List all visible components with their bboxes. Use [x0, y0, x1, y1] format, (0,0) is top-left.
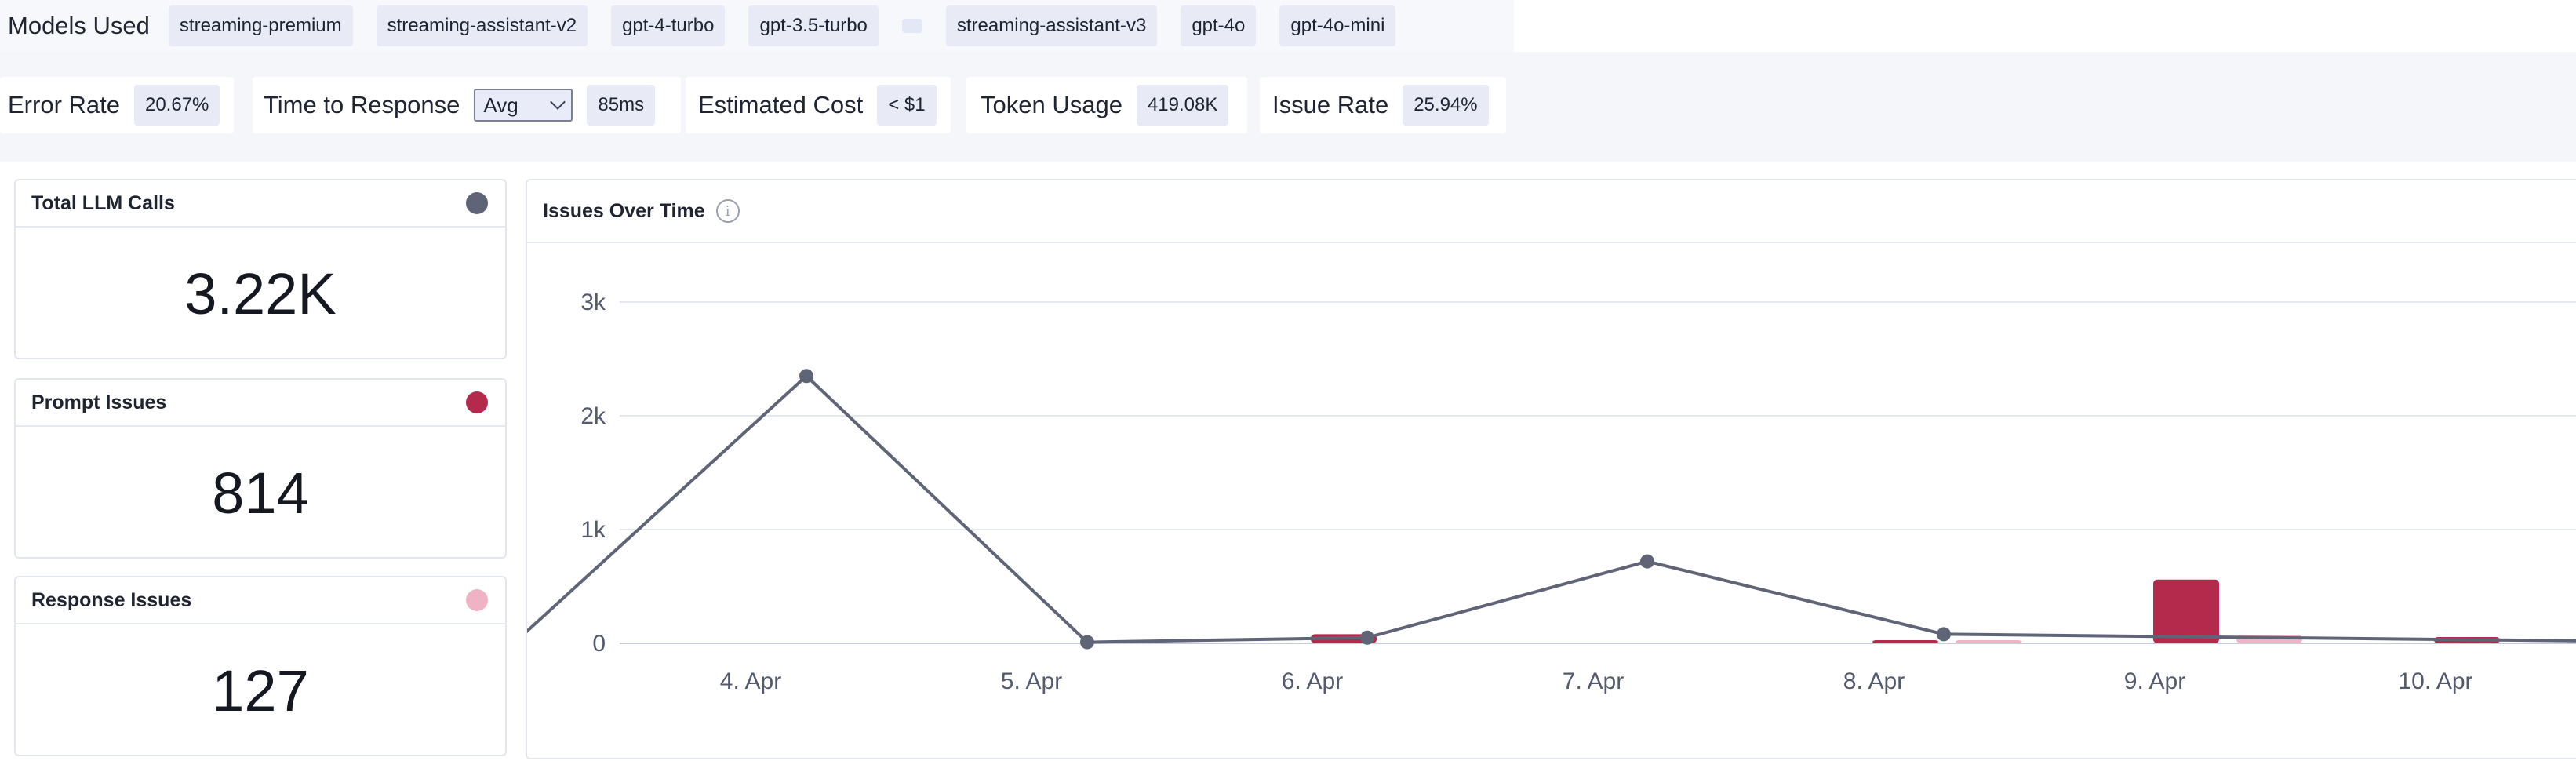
aggregation-select-value: Avg: [483, 93, 518, 117]
time-to-response-value: 85ms: [587, 85, 656, 126]
x-tick-label: 5. Apr: [1001, 668, 1062, 694]
estimated-cost-value: < $1: [877, 85, 937, 126]
token-usage-value: 419.08K: [1136, 85, 1229, 126]
x-tick-label: 10. Apr: [2398, 668, 2472, 694]
line-point: [1640, 554, 1654, 569]
chevron-down-icon: [550, 94, 566, 110]
card-value: 814: [212, 460, 309, 526]
error-rate-value: 20.67%: [133, 85, 220, 126]
card-header: Response Issues: [16, 577, 505, 624]
line-point: [1937, 627, 1951, 642]
token-usage-metric: Token Usage 419.08K: [966, 77, 1247, 133]
card-title: Response Issues: [31, 588, 192, 611]
issues-over-time-panel: Issues Over Time i 0 1k 2k 3k 4. Apr 5. Apr 6.…: [526, 179, 2576, 759]
model-chip-empty[interactable]: [901, 19, 922, 33]
model-chip[interactable]: streaming-assistant-v3: [945, 5, 1158, 46]
y-tick-label: 1k: [580, 517, 606, 543]
status-dot-icon: [466, 391, 488, 413]
line-point: [799, 369, 813, 384]
x-tick-label: 7. Apr: [1563, 668, 1624, 694]
card-title: Total LLM Calls: [31, 191, 175, 214]
status-dot-icon: [466, 589, 488, 611]
y-tick-label: 2k: [580, 403, 606, 429]
issue-rate-metric: Issue Rate 25.94%: [1260, 77, 1506, 133]
x-tick-label: 4. Apr: [720, 668, 781, 694]
bar: [1872, 640, 1938, 643]
token-usage-label: Token Usage: [981, 91, 1122, 118]
prompt-issues-card: Prompt Issues 814: [14, 378, 507, 559]
status-dot-icon: [466, 192, 488, 214]
error-rate-label: Error Rate: [8, 91, 120, 118]
error-rate-metric: Error Rate 20.67%: [0, 77, 234, 133]
model-chip[interactable]: gpt-4-turbo: [611, 5, 726, 46]
estimated-cost-metric: Estimated Cost < $1: [686, 77, 951, 133]
estimated-cost-label: Estimated Cost: [698, 91, 864, 118]
metrics-bar: Error Rate 20.67% Time to Response Avg 8…: [0, 52, 2576, 162]
model-chip[interactable]: gpt-3.5-turbo: [748, 5, 879, 46]
bar: [1956, 640, 2021, 643]
card-value: 3.22K: [184, 260, 337, 326]
model-chip[interactable]: streaming-assistant-v2: [376, 5, 588, 46]
issue-rate-label: Issue Rate: [1272, 91, 1389, 118]
model-chip[interactable]: gpt-4o: [1181, 5, 1257, 46]
y-tick-label: 0: [592, 631, 606, 657]
time-to-response-metric: Time to Response Avg 85ms: [253, 77, 681, 133]
models-used-label: Models Used: [8, 12, 150, 39]
time-to-response-label: Time to Response: [264, 91, 460, 118]
response-issues-card: Response Issues 127: [14, 576, 507, 756]
card-title: Prompt Issues: [31, 391, 167, 413]
x-tick-label: 9. Apr: [2124, 668, 2185, 694]
card-header: Total LLM Calls: [16, 180, 505, 228]
x-tick-label: 6. Apr: [1282, 668, 1343, 694]
card-header: Prompt Issues: [16, 380, 505, 427]
card-value: 127: [212, 657, 309, 723]
line-point: [1080, 635, 1094, 650]
issue-rate-value: 25.94%: [1403, 85, 1489, 126]
models-used-bar: Models Used streaming-premium streaming-…: [0, 0, 1514, 52]
x-tick-label: 8. Apr: [1843, 668, 1905, 694]
issues-chart: 0 1k 2k 3k 4. Apr 5. Apr 6. Apr 7. Apr 8. Apr 9. …: [527, 289, 2576, 694]
model-chip[interactable]: streaming-premium: [168, 5, 353, 46]
model-chip[interactable]: gpt-4o-mini: [1279, 5, 1396, 46]
bar: [2153, 579, 2219, 643]
total-llm-calls-card: Total LLM Calls 3.22K: [14, 179, 507, 359]
y-tick-label: 3k: [580, 289, 606, 315]
line-point: [1360, 630, 1374, 645]
aggregation-select[interactable]: Avg: [474, 89, 573, 122]
